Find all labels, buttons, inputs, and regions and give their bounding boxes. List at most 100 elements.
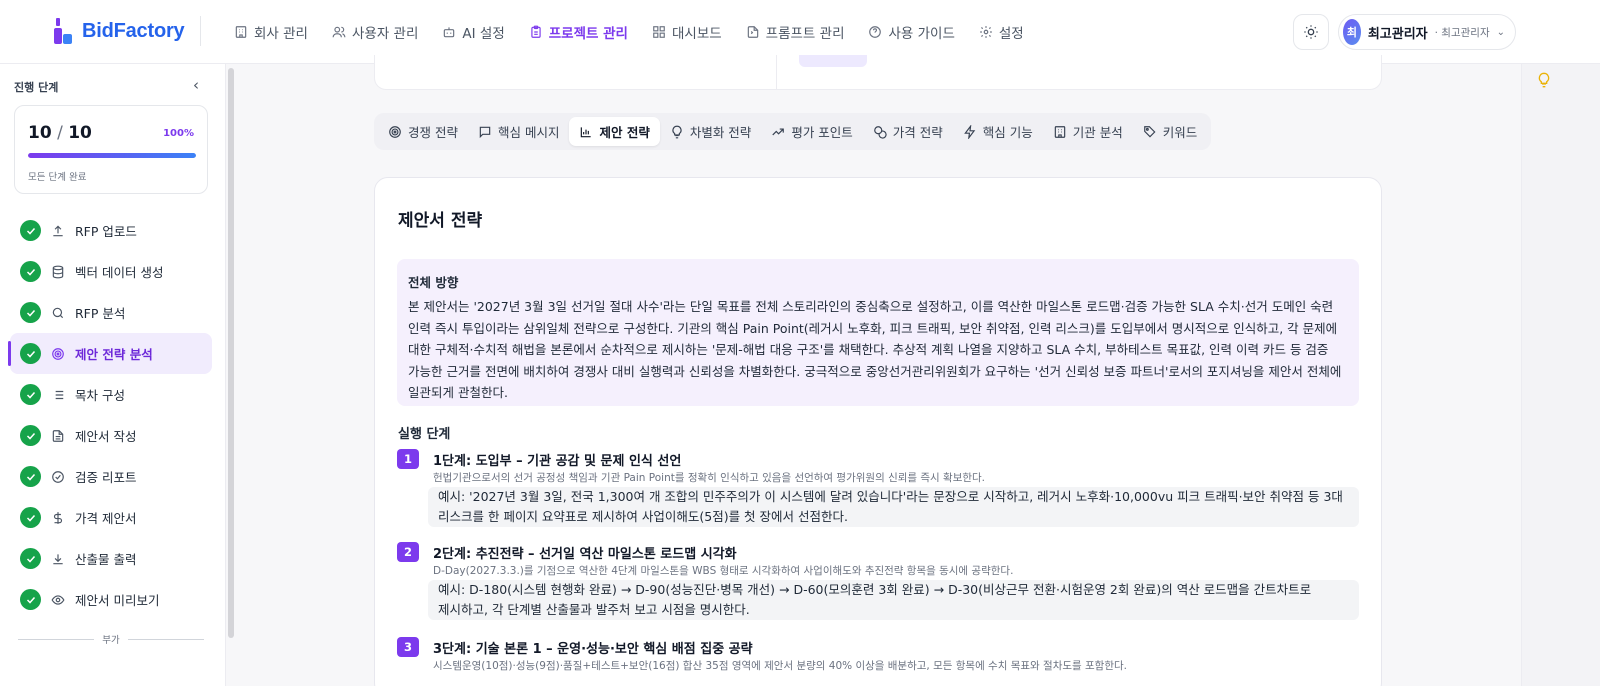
phase-description: 시스템운영(10점)·성능(9점)·품질+테스트+보안(16점) 합산 35점 …	[433, 660, 1127, 672]
sidebar-scrollbar[interactable]	[228, 68, 234, 638]
check-circle-icon	[20, 261, 41, 282]
sidebar-item-label: 벡터 데이터 생성	[75, 265, 164, 280]
tab-label: 경쟁 전략	[408, 125, 458, 140]
building-icon	[1054, 125, 1066, 138]
lightbulb-icon[interactable]	[1536, 72, 1552, 88]
target-icon	[389, 125, 401, 138]
tab-price-strategy[interactable]: 가격 전략	[863, 117, 953, 146]
sidebar-item-label: 제안 전략 분석	[75, 347, 153, 362]
document-icon	[51, 429, 65, 443]
sidebar-item-label: 검증 리포트	[75, 470, 137, 485]
app-name: BidFactory	[82, 19, 185, 42]
collapse-sidebar-icon[interactable]: ‹	[193, 76, 199, 94]
tab-key-features[interactable]: 핵심 기능	[953, 117, 1043, 146]
bar-chart-icon	[581, 126, 592, 137]
tab-label: 제안 전략	[599, 125, 650, 140]
nav-item-company[interactable]: 회사 관리	[225, 0, 317, 64]
zap-icon	[963, 124, 976, 139]
sidebar-item-rfp-analysis[interactable]: RFP 분석	[10, 292, 212, 333]
sidebar-item-export[interactable]: 산출물 출력	[10, 538, 212, 579]
overview-title: 전체 방향	[408, 275, 459, 290]
clipboard-icon	[529, 25, 543, 39]
sidebar-item-label: RFP 업로드	[75, 224, 137, 239]
check-circle-outline-icon	[51, 470, 65, 484]
previous-card-bottom	[374, 55, 1382, 90]
tab-label: 키워드	[1162, 125, 1198, 140]
nav-item-label: 대시보드	[671, 26, 722, 42]
tab-competitive-strategy[interactable]: 경쟁 전략	[378, 117, 468, 146]
phase-example: 예시: '2027년 3월 3일, 전국 1,300여 개 조합의 민주주의가 …	[428, 487, 1359, 527]
tab-label: 핵심 메시지	[497, 125, 560, 140]
progress-bar-fill	[28, 153, 196, 158]
sidebar-item-toc[interactable]: 목차 구성	[10, 374, 212, 415]
check-circle-icon	[20, 466, 41, 487]
phase-example: 예시: D-180(시스템 현행화 완료) → D-90(성능진단·병목 개선)…	[428, 580, 1359, 620]
target-icon	[51, 347, 65, 361]
bot-icon	[442, 25, 456, 39]
tag-icon	[1143, 125, 1156, 137]
app-logo[interactable]: BidFactory	[52, 18, 185, 44]
step-list: RFP 업로드 벡터 데이터 생성 RFP 분석 제안 전략 분석 목차 구성 …	[8, 210, 212, 620]
list-icon	[51, 388, 65, 402]
tab-label: 핵심 기능	[982, 125, 1033, 140]
check-circle-icon	[20, 425, 41, 446]
eye-icon	[51, 593, 65, 607]
nav-item-label: 설정	[998, 26, 1024, 42]
tab-label: 기관 분석	[1072, 125, 1123, 140]
extra-section-label: 부가	[102, 635, 120, 646]
overall-direction-box: 전체 방향 본 제안서는 '2027년 3월 3일 선거일 절대 사수'라는 단…	[397, 259, 1359, 406]
sidebar-item-preview[interactable]: 제안서 미리보기	[10, 579, 212, 620]
theme-toggle-button[interactable]	[1293, 14, 1329, 50]
phase-title: 1단계: 도입부 – 기관 공감 및 문제 인식 선언	[433, 454, 682, 469]
sidebar-item-verification[interactable]: 검증 리포트	[10, 456, 212, 497]
sidebar-item-label: 제안서 작성	[75, 429, 137, 444]
lightbulb-icon	[672, 125, 682, 138]
check-circle-icon	[20, 589, 41, 610]
user-menu-button[interactable]: 최 최고관리자 · 최고관리자 ⌄	[1338, 14, 1516, 50]
prompt-icon	[746, 25, 760, 39]
logo-divider	[200, 16, 201, 46]
dashboard-icon	[652, 25, 666, 39]
sidebar-item-label: RFP 분석	[75, 306, 126, 321]
nav-item-label: 사용 가이드	[888, 26, 955, 42]
overview-text: 본 제안서는 '2027년 3월 3일 선거일 절대 사수'라는 단일 목표를 …	[408, 299, 1342, 400]
sidebar-item-writing[interactable]: 제안서 작성	[10, 415, 212, 456]
trend-icon	[772, 128, 785, 135]
upload-icon	[51, 224, 65, 238]
sidebar-item-label: 목차 구성	[75, 388, 125, 403]
avatar: 최	[1343, 19, 1361, 45]
tab-agency-analysis[interactable]: 기관 분석	[1043, 117, 1133, 146]
nav-item-label: 사용자 관리	[351, 26, 419, 42]
sidebar-item-strategy-analysis[interactable]: 제안 전략 분석	[8, 333, 212, 374]
progress-bar	[28, 153, 196, 158]
nav-item-label: 프롬프트 관리	[765, 26, 845, 42]
sidebar-heading: 진행 단계	[14, 81, 59, 94]
extra-section-divider: 부가	[18, 632, 205, 646]
tab-keywords[interactable]: 키워드	[1133, 117, 1208, 146]
check-circle-icon	[20, 384, 41, 405]
tab-key-message[interactable]: 핵심 메시지	[468, 117, 569, 146]
phase-number-badge: 1	[397, 449, 419, 469]
sidebar-item-label: 제안서 미리보기	[75, 593, 160, 608]
factory-logo-icon	[52, 18, 74, 44]
tab-proposal-strategy[interactable]: 제안 전략	[569, 117, 660, 146]
chevron-down-icon: ⌄	[1496, 26, 1505, 38]
sidebar-item-label: 산출물 출력	[75, 552, 137, 567]
progress-card: 10 / 10 100% 모든 단계 완료	[14, 105, 208, 194]
sidebar-item-vector-data[interactable]: 벡터 데이터 생성	[10, 251, 212, 292]
phase-number-badge: 2	[397, 542, 419, 562]
tab-differentiation[interactable]: 차별화 전략	[660, 117, 761, 146]
users-icon	[332, 25, 346, 39]
building-icon	[234, 25, 248, 39]
tab-label: 가격 전략	[892, 125, 943, 140]
help-icon	[868, 25, 882, 39]
check-circle-icon	[20, 507, 41, 528]
nav-item-label: 프로젝트 관리	[548, 26, 628, 42]
right-side-panel	[1521, 64, 1600, 686]
tab-evaluation-points[interactable]: 평가 포인트	[761, 117, 862, 146]
nav-item-label: 회사 관리	[254, 26, 308, 42]
proposal-strategy-card: 제안서 전략 전체 방향 본 제안서는 '2027년 3월 3일 선거일 절대 …	[374, 177, 1382, 686]
sidebar-item-rfp-upload[interactable]: RFP 업로드	[10, 210, 212, 251]
sidebar-item-pricing[interactable]: 가격 제안서	[10, 497, 212, 538]
tab-label: 평가 포인트	[791, 125, 853, 140]
